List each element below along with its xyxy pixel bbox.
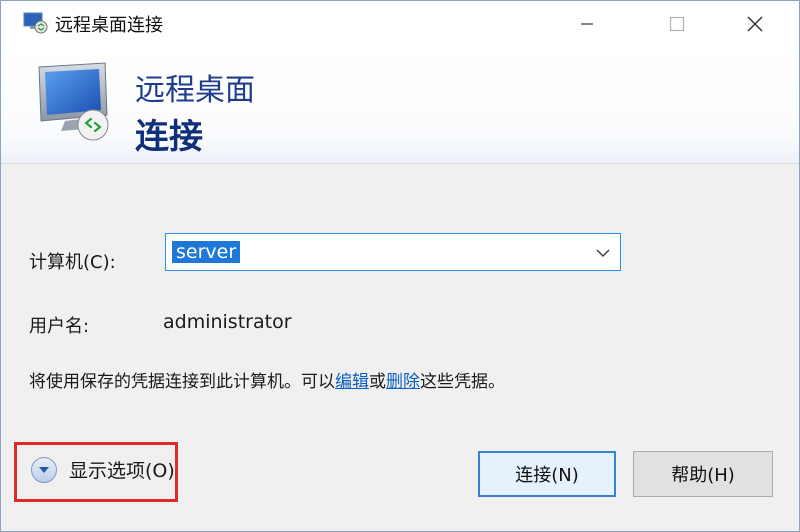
- computer-combobox[interactable]: server: [165, 233, 621, 271]
- expand-circle-icon[interactable]: [31, 456, 57, 483]
- chevron-down-icon[interactable]: [594, 244, 612, 262]
- window-title: 远程桌面连接: [55, 15, 163, 36]
- delete-credentials-link[interactable]: 删除: [386, 372, 420, 392]
- saved-credentials-notice: 将使用保存的凭据连接到此计算机。可以编辑或删除这些凭据。: [29, 367, 505, 392]
- maximize-button[interactable]: [647, 1, 707, 47]
- maximize-icon: [669, 16, 685, 32]
- minimize-icon: [581, 23, 593, 25]
- computer-input-value[interactable]: server: [172, 241, 241, 263]
- remote-desktop-app-icon: [23, 12, 48, 34]
- edit-credentials-link[interactable]: 编辑: [335, 372, 369, 392]
- close-icon: [747, 16, 763, 32]
- minimize-button[interactable]: [557, 1, 617, 47]
- computer-label: 计算机(C):: [29, 252, 116, 273]
- banner-title-line2: 连接: [135, 117, 203, 157]
- credentials-text-or: 或: [369, 372, 386, 392]
- username-value: administrator: [163, 311, 292, 333]
- help-button[interactable]: 帮助(H): [633, 451, 773, 497]
- credentials-text-suffix: 这些凭据。: [420, 372, 505, 392]
- title-bar[interactable]: 远程桌面连接: [1, 1, 799, 47]
- credentials-text-prefix: 将使用保存的凭据连接到此计算机。可以: [29, 372, 335, 392]
- remote-desktop-window: 远程桌面连接 远程桌面 连接 计算机(C): server 用户名: admin…: [0, 0, 800, 532]
- show-options-label: 显示选项(O): [69, 460, 175, 482]
- banner-title-line1: 远程桌面: [135, 73, 255, 108]
- chevron-down-icon: [39, 466, 49, 473]
- connect-button[interactable]: 连接(N): [478, 451, 616, 497]
- form-body: 计算机(C): server 用户名: administrator 将使用保存的…: [1, 164, 799, 531]
- monitor-icon: [38, 62, 109, 141]
- username-label: 用户名:: [29, 316, 90, 337]
- header-banner: 远程桌面 连接: [1, 47, 799, 164]
- close-button[interactable]: [725, 1, 785, 47]
- show-options-button[interactable]: 显示选项(O): [31, 456, 175, 483]
